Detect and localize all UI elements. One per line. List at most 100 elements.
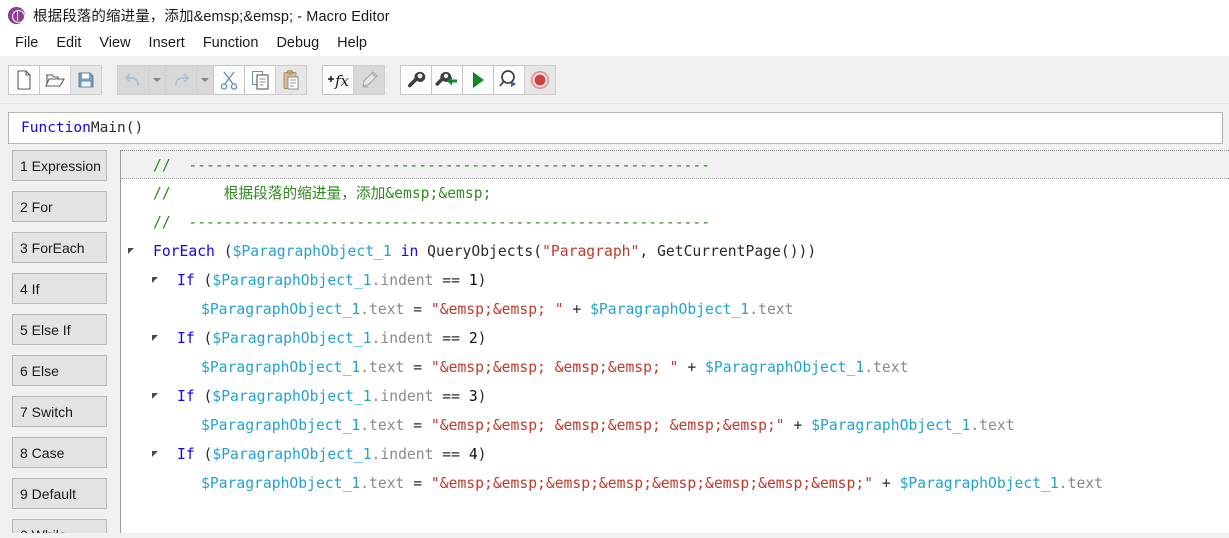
- chevron-down-icon: [200, 76, 210, 84]
- undo-dropdown-button: [148, 65, 166, 95]
- menu-item-debug[interactable]: Debug: [267, 32, 328, 54]
- new-file-button[interactable]: [8, 65, 40, 95]
- menu-item-view[interactable]: View: [90, 32, 139, 54]
- debug-inspect-button[interactable]: [493, 65, 525, 95]
- insert-function-button[interactable]: fx: [322, 65, 354, 95]
- code-token: ForEach: [153, 243, 215, 260]
- svg-text:fx: fx: [334, 72, 350, 90]
- code-token: .text: [864, 359, 908, 376]
- code-line[interactable]: ForEach ($ParagraphObject_1 in QueryObje…: [121, 237, 1229, 266]
- code-token: // 根据段落的缩进量，添加&emsp;&emsp;: [153, 185, 491, 202]
- code-line-text: $ParagraphObject_1.text = "&emsp;&emsp; …: [201, 295, 793, 324]
- code-token: $ParagraphObject_1: [811, 417, 970, 434]
- code-lines[interactable]: // -------------------------------------…: [121, 150, 1229, 498]
- paste-button[interactable]: [275, 65, 307, 95]
- function-name: Main(): [91, 120, 143, 136]
- code-token: =: [404, 417, 431, 434]
- code-line-text: // -------------------------------------…: [153, 151, 710, 180]
- title-bar: 根据段落的缩进量，添加&emsp;&emsp; - Macro Editor: [0, 0, 1229, 30]
- palette-item-3-foreach[interactable]: 3 ForEach: [12, 232, 107, 263]
- code-line[interactable]: // -------------------------------------…: [121, 208, 1229, 237]
- code-line[interactable]: // 根据段落的缩进量，添加&emsp;&emsp;: [121, 179, 1229, 208]
- chevron-down-icon: [152, 76, 162, 84]
- code-token: "&emsp;&emsp; &emsp;&emsp; ": [431, 359, 679, 376]
- code-token: =: [404, 301, 431, 318]
- save-button[interactable]: [70, 65, 102, 95]
- record-button[interactable]: [524, 65, 556, 95]
- code-line[interactable]: If ($ParagraphObject_1.indent == 1): [121, 266, 1229, 295]
- code-token: "&emsp;&emsp; ": [431, 301, 564, 318]
- code-token: 3: [469, 388, 478, 405]
- menu-item-insert[interactable]: Insert: [140, 32, 194, 54]
- fold-collapse-icon[interactable]: [152, 451, 158, 457]
- palette-item-0-while[interactable]: 0 While: [12, 519, 107, 533]
- code-token: $ParagraphObject_1: [212, 388, 371, 405]
- palette-item-9-default[interactable]: 9 Default: [12, 478, 107, 509]
- code-line[interactable]: If ($ParagraphObject_1.indent == 4): [121, 440, 1229, 469]
- open-folder-icon: [44, 71, 66, 89]
- floppy-disk-icon: [77, 71, 95, 89]
- fold-collapse-icon[interactable]: [152, 277, 158, 283]
- fold-collapse-icon[interactable]: [152, 393, 158, 399]
- code-token: $ParagraphObject_1: [212, 446, 371, 463]
- red-record-circle-icon: [530, 70, 550, 90]
- code-token: $ParagraphObject_1: [201, 359, 360, 376]
- build-and-run-button[interactable]: [431, 65, 463, 95]
- code-token: (: [195, 272, 213, 289]
- palette-item-8-case[interactable]: 8 Case: [12, 437, 107, 468]
- fold-collapse-icon[interactable]: [152, 335, 158, 341]
- palette-item-label: 0 While: [20, 527, 67, 534]
- code-line[interactable]: $ParagraphObject_1.text = "&emsp;&emsp; …: [121, 353, 1229, 382]
- menu-item-file[interactable]: File: [6, 32, 47, 54]
- function-signature-bar[interactable]: Function Main(): [8, 112, 1223, 144]
- scissors-icon: [220, 70, 238, 90]
- toolbar-group-1: [8, 65, 101, 95]
- code-token: // -------------------------------------…: [153, 214, 710, 231]
- code-token: // -------------------------------------…: [153, 157, 710, 174]
- menu-item-help[interactable]: Help: [328, 32, 376, 54]
- code-token: 2: [469, 330, 478, 347]
- code-token: If: [177, 446, 195, 463]
- build-button[interactable]: [400, 65, 432, 95]
- code-token: $ParagraphObject_1: [705, 359, 864, 376]
- code-line-text: ForEach ($ParagraphObject_1 in QueryObje…: [153, 237, 816, 266]
- wrench-green-arrow-icon: [435, 70, 459, 90]
- code-token: $ParagraphObject_1: [212, 330, 371, 347]
- code-editor[interactable]: // -------------------------------------…: [120, 150, 1229, 533]
- undo-button: [117, 65, 149, 95]
- statement-palette-sidebar: 1 Expression 2 For 3 ForEach 4 If 5 Else If 6…: [0, 150, 120, 533]
- code-token: .text: [970, 417, 1014, 434]
- edit-signature-button: [353, 65, 385, 95]
- code-line[interactable]: If ($ParagraphObject_1.indent == 3): [121, 382, 1229, 411]
- palette-item-5-else-if[interactable]: 5 Else If: [12, 314, 107, 345]
- code-line[interactable]: $ParagraphObject_1.text = "&emsp;&emsp; …: [121, 411, 1229, 440]
- toolbar-group-2: [117, 65, 306, 95]
- run-button[interactable]: [462, 65, 494, 95]
- cut-button[interactable]: [213, 65, 245, 95]
- green-play-icon: [470, 71, 486, 89]
- macro-editor-window: 根据段落的缩进量，添加&emsp;&emsp; - Macro Editor F…: [0, 0, 1229, 538]
- copy-button[interactable]: [244, 65, 276, 95]
- code-token: $ParagraphObject_1: [201, 475, 360, 492]
- toolbar-group-4: [400, 65, 555, 95]
- menu-item-function[interactable]: Function: [194, 32, 268, 54]
- palette-item-2-for[interactable]: 2 For: [12, 191, 107, 222]
- palette-item-4-if[interactable]: 4 If: [12, 273, 107, 304]
- fold-collapse-icon[interactable]: [128, 248, 134, 254]
- code-token: If: [177, 330, 195, 347]
- copy-pages-icon: [251, 70, 270, 90]
- code-line[interactable]: If ($ParagraphObject_1.indent == 2): [121, 324, 1229, 353]
- redo-button: [165, 65, 197, 95]
- code-line[interactable]: // -------------------------------------…: [121, 150, 1229, 179]
- code-token: 4: [469, 446, 478, 463]
- code-line[interactable]: $ParagraphObject_1.text = "&emsp;&emsp;&…: [121, 469, 1229, 498]
- code-token: (: [195, 446, 213, 463]
- code-token: "Paragraph": [542, 243, 639, 260]
- code-token: .indent: [372, 272, 434, 289]
- menu-item-edit[interactable]: Edit: [47, 32, 90, 54]
- open-file-button[interactable]: [39, 65, 71, 95]
- palette-item-6-else[interactable]: 6 Else: [12, 355, 107, 386]
- code-line[interactable]: $ParagraphObject_1.text = "&emsp;&emsp; …: [121, 295, 1229, 324]
- palette-item-7-switch[interactable]: 7 Switch: [12, 396, 107, 427]
- palette-item-1-expression[interactable]: 1 Expression: [12, 150, 107, 181]
